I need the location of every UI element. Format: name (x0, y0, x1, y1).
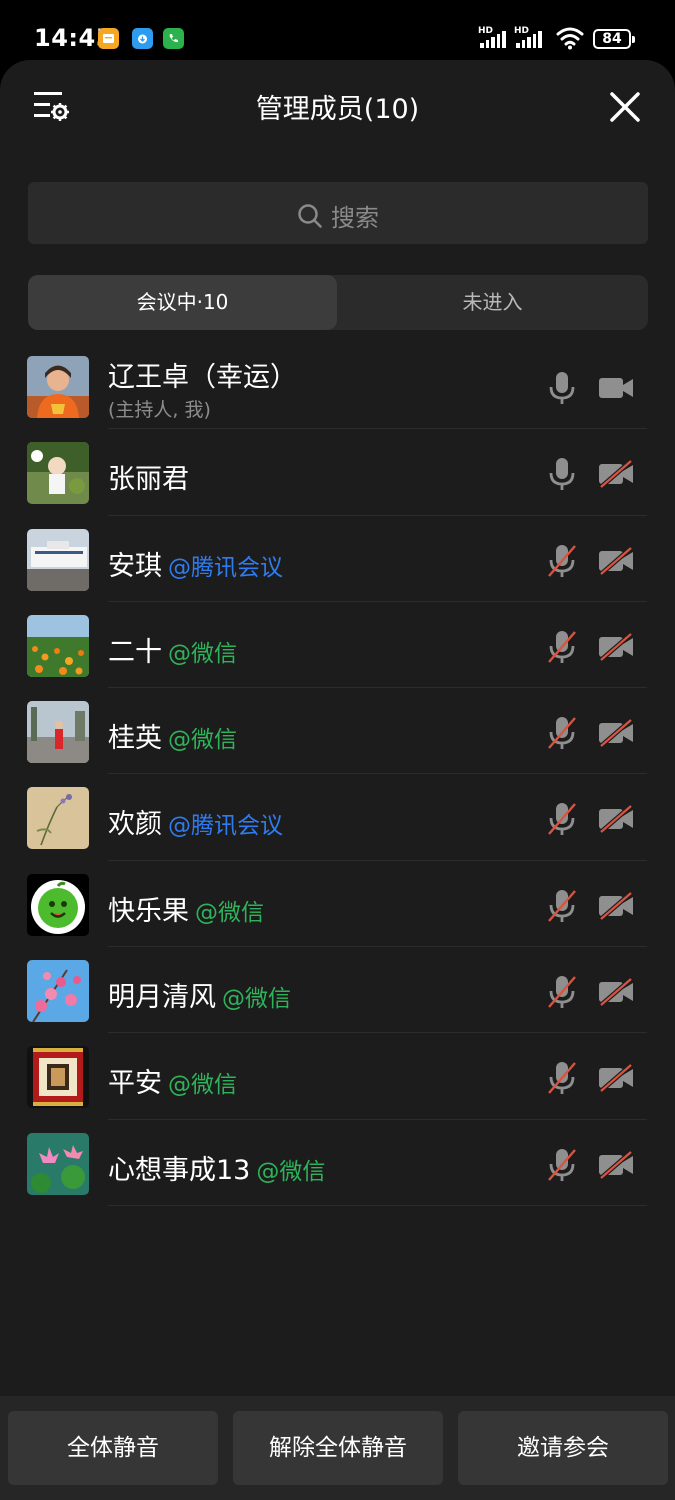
member-list: 辽王卓（幸运） (主持人, 我) 张丽君 安琪 @腾讯会议 二十 @微信 桂英 @微信 欢颜 @腾讯… (0, 343, 675, 1206)
member-name-line: 明月清风 @微信 (108, 975, 291, 1014)
member-name-line: 辽王卓（幸运） (108, 355, 297, 394)
member-name: 心想事成13 (108, 1154, 251, 1186)
camera-off-icon[interactable] (597, 632, 635, 662)
avatar (27, 528, 89, 591)
microphone-muted-icon[interactable] (545, 1147, 579, 1183)
microphone-icon[interactable] (545, 456, 579, 492)
battery-indicator: 84 (593, 29, 635, 49)
member-row[interactable]: 平安 @微信 (0, 1033, 675, 1120)
camera-off-icon[interactable] (597, 545, 635, 576)
member-row[interactable]: 欢颜 @腾讯会议 (0, 774, 675, 861)
avatar (27, 1046, 89, 1109)
member-source: @微信 (195, 899, 264, 926)
microphone-muted-icon[interactable] (545, 974, 579, 1010)
member-source: @微信 (168, 640, 237, 667)
camera-off-icon[interactable] (597, 459, 635, 489)
member-name-line: 平安 @微信 (108, 1061, 237, 1100)
tab-not-joined[interactable]: 未进入 (337, 275, 648, 330)
member-name: 辽王卓（幸运） (108, 362, 297, 393)
search-input[interactable]: 搜索 (28, 182, 648, 244)
microphone-muted-icon[interactable] (545, 801, 579, 837)
member-name: 明月清风 (108, 982, 216, 1014)
microphone-muted-icon[interactable] (545, 888, 579, 924)
status-bar: 14:45 HD HD 84 (0, 0, 675, 62)
member-name: 桂英 (108, 723, 162, 755)
member-row[interactable]: 二十 @微信 (0, 602, 675, 689)
camera-off-icon[interactable] (597, 977, 635, 1007)
member-source: @微信 (168, 1072, 237, 1099)
avatar (27, 873, 89, 936)
member-name: 安琪 (108, 550, 162, 582)
camera-icon[interactable] (597, 373, 635, 403)
member-row[interactable]: 明月清风 @微信 (0, 947, 675, 1034)
member-name: 张丽君 (108, 464, 189, 496)
member-name: 快乐果 (108, 895, 189, 927)
member-name-line: 桂英 @微信 (108, 716, 237, 755)
mute-all-button[interactable]: 全体静音 (8, 1411, 218, 1485)
avatar (27, 614, 89, 677)
row-divider (108, 1204, 647, 1206)
member-name: 二十 (108, 636, 162, 668)
close-icon (610, 92, 640, 122)
microphone-icon[interactable] (545, 370, 579, 406)
member-name-line: 心想事成13 @微信 (108, 1148, 325, 1187)
member-name: 欢颜 (108, 809, 162, 841)
member-source: @微信 (168, 727, 237, 754)
microphone-muted-icon[interactable] (545, 543, 579, 579)
member-row[interactable]: 安琪 @腾讯会议 (0, 516, 675, 602)
member-row[interactable]: 张丽君 (0, 429, 675, 516)
invite-button[interactable]: 邀请参会 (458, 1411, 668, 1485)
microphone-muted-icon[interactable] (545, 1060, 579, 1096)
microphone-muted-icon[interactable] (545, 715, 579, 751)
member-role: (主持人, 我) (108, 399, 211, 421)
member-name-line: 欢颜 @腾讯会议 (108, 802, 283, 841)
phone-app-icon (163, 28, 184, 49)
cloud-app-icon (132, 28, 153, 49)
member-row[interactable]: 心想事成13 @微信 (0, 1120, 675, 1206)
camera-off-icon[interactable] (597, 891, 635, 921)
camera-off-icon[interactable] (597, 718, 635, 748)
avatar (27, 701, 89, 764)
microphone-muted-icon[interactable] (545, 629, 579, 665)
search-icon (298, 203, 322, 228)
notes-app-icon (98, 28, 119, 49)
member-row[interactable]: 桂英 @微信 (0, 688, 675, 775)
member-row[interactable]: 快乐果 @微信 (0, 861, 675, 948)
avatar (27, 356, 89, 418)
close-button[interactable] (606, 88, 644, 126)
member-name-line: 快乐果 @微信 (108, 889, 264, 928)
avatar (27, 1132, 89, 1195)
member-tabs: 会议中·10 未进入 (28, 275, 648, 330)
camera-off-icon[interactable] (597, 1149, 635, 1180)
member-source: @腾讯会议 (168, 554, 283, 581)
member-source: @微信 (256, 1158, 326, 1185)
search-placeholder: 搜索 (331, 204, 379, 232)
camera-off-icon[interactable] (597, 1063, 635, 1094)
avatar (27, 960, 89, 1023)
tab-in-meeting[interactable]: 会议中·10 (28, 275, 337, 330)
member-source: @腾讯会议 (168, 813, 283, 840)
bottom-action-bar: 全体静音 解除全体静音 邀请参会 (0, 1396, 675, 1500)
wifi-icon (556, 27, 584, 50)
avatar (27, 442, 89, 505)
member-name: 平安 (108, 1068, 162, 1100)
member-name-line: 二十 @微信 (108, 630, 237, 669)
page-title: 管理成员(10) (255, 94, 420, 125)
unmute-all-button[interactable]: 解除全体静音 (233, 1411, 443, 1485)
member-name-line: 安琪 @腾讯会议 (108, 544, 283, 583)
camera-off-icon[interactable] (597, 804, 635, 835)
member-name-line: 张丽君 (108, 457, 189, 496)
avatar (27, 787, 89, 850)
member-source: @微信 (222, 986, 291, 1013)
member-row[interactable]: 辽王卓（幸运） (主持人, 我) (0, 343, 675, 430)
